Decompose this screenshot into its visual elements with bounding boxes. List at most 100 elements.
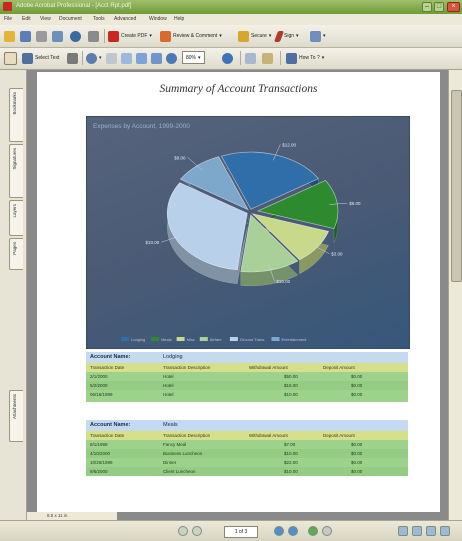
tab-pages-label: Pages [12,242,17,255]
col-description: Transaction Description [163,433,211,438]
snapshot-button[interactable] [67,51,78,65]
tab-pages[interactable]: Pages [9,238,23,270]
menu-edit[interactable]: Edit [22,16,31,22]
review-comment-button[interactable]: Review & Comment ▾ [160,29,222,43]
review-icon [160,30,171,42]
fit-width-button[interactable] [151,51,162,65]
page-size-indicator: 8.5 x 11 in [27,512,117,520]
cell-withdrawal: $10.00 [284,451,298,456]
col-withdrawal: Withdrawal Amount [249,433,288,438]
tab-signatures[interactable]: Signatures [9,144,23,198]
tab-signatures-label: Signatures [12,148,17,170]
facing-button[interactable] [426,526,436,536]
pdf-page: Summary of Account Transactions Expenses… [37,72,440,512]
maximize-button[interactable]: □ [434,2,444,12]
menu-tools[interactable]: Tools [93,16,105,22]
hand-tool-button[interactable] [4,51,17,65]
col-deposit: Deposit Amount [323,365,355,370]
col-date: Transaction Date [90,365,125,370]
folder-icon [4,30,15,42]
zoom-out-button[interactable] [106,51,117,65]
table-row: 9/5/2000 Client Luncheon $10.00 $0.00 [86,467,408,476]
actual-size-icon [121,52,132,64]
vertical-scrollbar[interactable] [448,70,462,520]
document-viewport[interactable]: Summary of Account Transactions Expenses… [27,70,448,520]
menu-bar: File Edit View Document Tools Advanced W… [0,14,462,25]
legend-label: Ground Trans [240,337,264,342]
account-label: Account Name: [90,422,131,428]
legend-label: Meals [161,337,172,342]
next-view-button[interactable] [322,526,332,536]
select-text-label: Select Text [35,55,60,61]
acrobat-icon [3,2,12,11]
cell-date: 10/28/1999 [90,460,113,465]
email-icon [52,30,63,42]
continuous-facing-button[interactable] [440,526,450,536]
zoom-icon [86,52,97,64]
menu-file[interactable]: File [4,16,12,22]
minimize-button[interactable]: – [422,2,432,12]
open-button[interactable] [4,29,15,43]
create-pdf-button[interactable]: Create PDF ▾ [108,29,152,43]
cell-date: 5/2/2000 [90,383,108,388]
main-toolbar: Create PDF ▾ Review & Comment ▾ Secure ▾ Si… [0,25,462,48]
menu-help[interactable]: Help [174,16,184,22]
select-text-button[interactable]: Select Text [22,51,59,65]
zoom-in-plus-button[interactable] [222,51,233,65]
zoom-in-button[interactable] [166,51,177,65]
single-page-button[interactable] [398,526,408,536]
fit-page-button[interactable] [136,51,147,65]
print-button[interactable] [36,29,47,43]
zoom-level-value: 80% [186,54,197,61]
pie-chart-svg: Expenses by Account, 1999-2000 $12.00 $6.0… [93,123,361,342]
hand-icon [4,51,17,65]
first-page-button[interactable] [178,526,188,536]
binoculars-icon [88,30,99,42]
read-out-loud-button[interactable] [262,51,273,65]
cell-withdrawal: $15.00 [284,383,298,388]
status-bar: 1 of 3 [0,520,462,541]
previous-page-button[interactable] [192,526,202,536]
pie-slice-label: $12.00 [282,142,296,147]
zoom-level-field[interactable]: 80% ▾ [182,51,205,64]
legend-swatch [121,337,129,341]
page-number-field[interactable]: 1 of 3 [224,526,258,538]
search-button[interactable] [70,29,81,43]
pie-chart: Expenses by Account, 1999-2000 $12.00 $6.0… [86,116,410,349]
chevron-down-icon: ▾ [321,55,325,61]
chevron-down-icon: ▾ [268,33,272,39]
sign-button[interactable]: Sign ▾ [273,29,299,43]
menu-window[interactable]: Window [149,16,167,22]
menu-advanced[interactable]: Advanced [114,16,136,22]
tab-bookmarks[interactable]: Bookmarks [9,88,23,142]
save-button[interactable] [20,29,31,43]
actual-size-button[interactable] [121,51,132,65]
account-name: Lodging [163,354,183,360]
zoom-in-icon [166,52,177,64]
legend-label: Entertainment [282,337,308,342]
col-description: Transaction Description [163,365,211,370]
tab-bookmarks-label: Bookmarks [12,92,17,115]
menu-document[interactable]: Document [59,16,82,22]
email-button[interactable] [52,29,63,43]
close-button[interactable]: × [447,2,460,12]
scrollbar-thumb[interactable] [451,90,462,282]
organizer-button[interactable] [88,29,99,43]
chevron-down-icon: ▾ [323,33,326,39]
how-to-button[interactable]: How To ? ▾ [286,51,324,65]
continuous-button[interactable] [412,526,422,536]
secure-button[interactable]: Secure ▾ [238,29,271,43]
forms-button[interactable]: ▾ [310,29,326,43]
cell-description: Business Luncheon [163,451,203,456]
menu-view[interactable]: View [40,16,51,22]
last-page-button[interactable] [288,526,298,536]
tab-attachments[interactable]: Attachments [9,390,23,442]
previous-view-button[interactable] [308,526,318,536]
rotate-button[interactable] [245,51,256,65]
lock-icon [238,30,249,42]
tab-layers[interactable]: Layers [9,200,23,236]
legend-swatch [229,337,238,341]
zoom-tool-button[interactable]: ▾ [86,51,102,65]
next-page-button[interactable] [274,526,284,536]
pie-slice-label: $15.00 [276,279,290,284]
